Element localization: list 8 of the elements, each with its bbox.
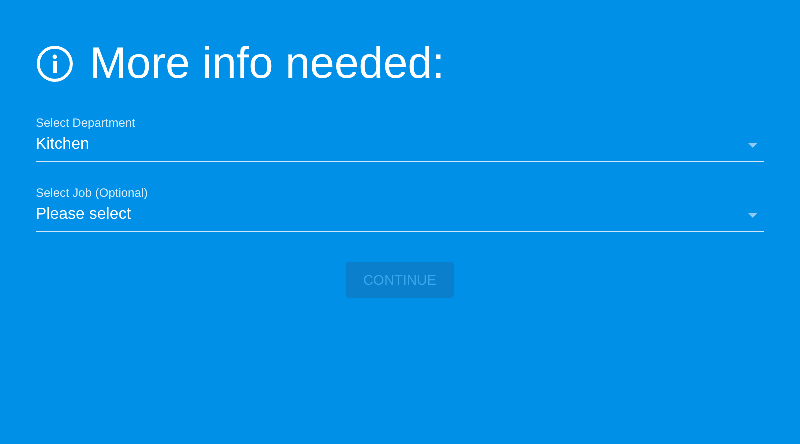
field-label: Select Job (Optional) bbox=[36, 186, 150, 200]
caret-icon bbox=[748, 212, 758, 218]
select-field[interactable]: Kitchen bbox=[36, 130, 764, 162]
select-field[interactable]: Please select bbox=[36, 200, 764, 232]
info-icon bbox=[36, 45, 74, 83]
caret-icon bbox=[748, 142, 758, 148]
page-title: More info needed: bbox=[90, 42, 445, 86]
field-label: Select Department bbox=[36, 116, 136, 130]
